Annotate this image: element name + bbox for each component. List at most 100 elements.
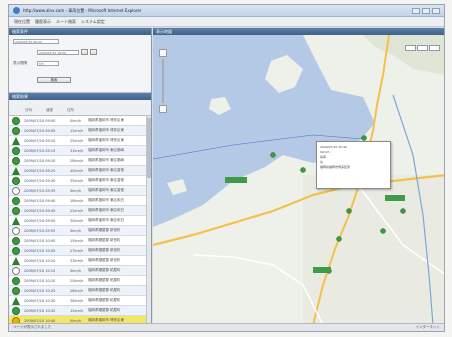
position-marker-icon [12,126,20,135]
position-marker-icon [12,196,20,205]
table-row[interactable]: 2009/07/10 10:05 27km/h 福岡県糟屋郡 新宮町 [9,246,146,256]
date-from-input[interactable]: 2009/07/10 09:00 [13,39,59,44]
table-row[interactable]: 2009/07/10 10:20 20km/h 福岡県糟屋郡 粕屋町 [9,276,146,286]
row-address: 福岡県福岡市 [88,208,109,212]
row-area: 粕屋町 [110,308,121,312]
track-point [300,167,306,173]
row-area: 粕屋町 [110,268,121,272]
track-point [400,208,406,214]
position-marker-icon [12,146,20,155]
track-point [380,228,386,234]
stop-icon [12,186,20,195]
table-row[interactable]: 2009/07/10 09:00 0km/h 福岡県福岡市 博多区東 [9,116,146,126]
table-row[interactable]: 2009/07/10 09:05 12km/h 福岡県福岡市 博多区東 [9,126,146,136]
list-scrollbar[interactable] [146,116,151,323]
row-area: 博多区東 [110,138,124,142]
time-picker-button[interactable] [90,49,97,55]
zoom-out-button[interactable] [159,105,167,113]
row-speed: 26km/h [70,288,84,293]
browser-logo-icon [13,7,20,14]
row-address: 福岡県福岡市 [88,148,109,152]
search-panel: 2009/07/10 09:00 2009/07/10 18:00 表示間隔 5… [9,35,151,93]
map-type-bar [405,45,440,51]
menu-item-current[interactable]: 現在位置 [14,19,30,25]
column-header-time[interactable]: 日時 [25,108,32,113]
zoom-slider[interactable] [162,59,164,103]
menu-item-route[interactable]: ルート検索 [56,19,76,25]
title-bar: http://www.alnx.com - 車両位置 - Microsoft I… [9,5,444,17]
date-picker-button[interactable] [81,49,88,55]
map-type-map-button[interactable] [405,45,416,51]
table-row[interactable]: 2009/07/10 09:55 0km/h 福岡県糟屋郡 新宮町 [9,226,146,236]
row-time: 2009/07/10 09:10 [24,138,56,143]
table-row[interactable]: 2009/07/10 09:25 40km/h 福岡県福岡市 東区香椎 [9,166,146,176]
minimize-button[interactable] [412,7,420,14]
row-address: 福岡県糟屋郡 [88,238,109,242]
row-address: 福岡県福岡市 [88,128,109,132]
row-area: 新宮町 [110,258,121,262]
position-marker-icon [12,156,20,165]
row-speed: 30km/h [70,218,84,223]
table-row[interactable]: 2009/07/10 09:40 18km/h 福岡県福岡市 東区和白 [9,196,146,206]
table-row[interactable]: 2009/07/10 10:15 0km/h 福岡県糟屋郡 粕屋町 [9,266,146,276]
row-speed: 18km/h [70,198,84,203]
menu-item-settings[interactable]: システム設定 [81,19,105,25]
row-area: 東区箱崎 [110,158,124,162]
status-text: ページが表示されました [13,325,52,329]
map-canvas[interactable] [153,35,444,323]
map-type-hybrid-button[interactable] [429,45,440,51]
zoom-in-button[interactable] [159,49,167,57]
place-label-box [385,195,405,201]
position-marker-icon [12,176,20,185]
table-row[interactable]: 2009/07/10 10:40 0km/h 福岡県福岡市 博多区東 [9,316,146,323]
map-type-satellite-button[interactable] [417,45,428,51]
column-header-speed[interactable]: 速度 [46,108,53,113]
row-area: 博多区東 [110,118,124,122]
row-time: 2009/07/10 09:55 [24,228,56,233]
track-point [361,135,367,141]
row-area: 東区香椎 [110,188,124,192]
position-marker-icon [12,246,20,255]
table-row[interactable]: 2009/07/10 10:35 12km/h 福岡県糟屋郡 粕屋町 [9,306,146,316]
row-time: 2009/07/10 09:35 [24,188,56,193]
menu-bar: 現在位置 履歴表示 ルート検索 システム設定 [9,17,444,27]
row-address: 福岡県福岡市 [88,158,109,162]
table-row[interactable]: 2009/07/10 09:50 30km/h 福岡県福岡市 東区和白 [9,216,146,226]
content-area: 検索条件 2009/07/10 09:00 2009/07/10 18:00 表… [9,28,444,323]
position-marker-icon [12,276,20,285]
row-time: 2009/07/10 09:15 [24,148,56,153]
row-speed: 33km/h [70,258,84,263]
search-button-row: 検索 [37,77,71,83]
close-button[interactable] [432,7,440,14]
search-button[interactable]: 検索 [37,77,71,83]
map-view[interactable]: 2009/07/10 10:40 0km/h 停車 北 福岡県福岡市博多区東 [153,35,444,323]
column-header-address[interactable]: 住所 [67,108,74,113]
table-row[interactable]: 2009/07/10 09:30 35km/h 福岡県福岡市 東区香椎 [9,176,146,186]
table-row[interactable]: 2009/07/10 10:00 15km/h 福岡県糟屋郡 新宮町 [9,236,146,246]
place-label-box [313,267,331,273]
position-marker-icon [12,116,20,125]
scrollbar-thumb[interactable] [147,118,151,178]
table-row[interactable]: 2009/07/10 09:35 0km/h 福岡県福岡市 東区香椎 [9,186,146,196]
row-address: 福岡県糟屋郡 [88,258,109,262]
table-row[interactable]: 2009/07/10 10:30 38km/h 福岡県糟屋郡 粕屋町 [9,296,146,306]
row-time: 2009/07/10 09:30 [24,178,56,183]
row-speed: 0km/h [70,118,82,123]
row-address: 福岡県福岡市 [88,138,109,142]
row-time: 2009/07/10 09:45 [24,208,56,213]
table-row[interactable]: 2009/07/10 09:45 22km/h 福岡県福岡市 東区和白 [9,206,146,216]
track-point [336,236,342,242]
moving-arrow-icon [12,256,20,265]
table-row[interactable]: 2009/07/10 10:25 26km/h 福岡県糟屋郡 粕屋町 [9,286,146,296]
interval-select[interactable]: 5分 [37,61,59,66]
row-speed: 22km/h [70,208,84,213]
table-row[interactable]: 2009/07/10 09:20 28km/h 福岡県福岡市 東区箱崎 [9,156,146,166]
maximize-button[interactable] [422,7,430,14]
date-to-input[interactable]: 2009/07/10 18:00 [37,49,79,55]
menu-item-history[interactable]: 履歴表示 [35,19,51,25]
table-row[interactable]: 2009/07/10 10:10 33km/h 福岡県糟屋郡 新宮町 [9,256,146,266]
row-address: 福岡県糟屋郡 [88,248,109,252]
table-row[interactable]: 2009/07/10 09:10 25km/h 福岡県福岡市 博多区東 [9,136,146,146]
position-marker-icon [12,236,20,245]
table-row[interactable]: 2009/07/10 09:15 31km/h 福岡県福岡市 東区箱崎 [9,146,146,156]
